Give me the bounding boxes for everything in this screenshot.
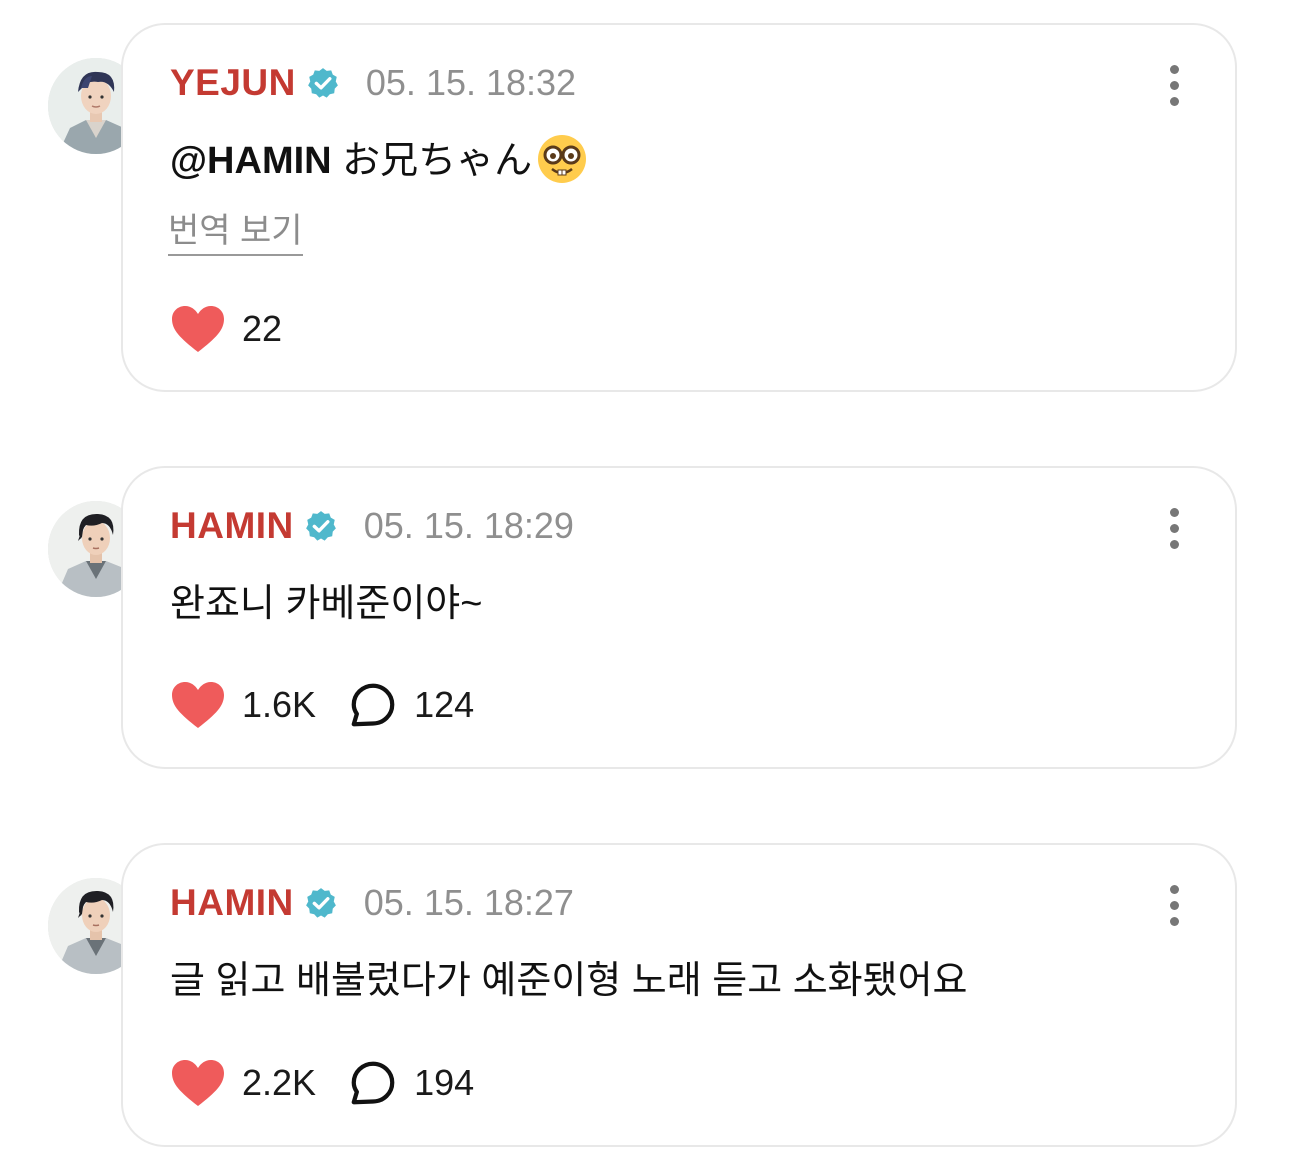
post-actions: 22	[170, 304, 282, 354]
post-card: HAMIN 05. 15. 18:29 완죠니 카베준이야~ 1.6K 124	[121, 466, 1237, 769]
heart-icon[interactable]	[170, 304, 226, 354]
verified-badge-icon	[308, 68, 338, 98]
heart-icon[interactable]	[170, 1058, 226, 1108]
timestamp: 05. 15. 18:32	[365, 62, 577, 103]
verified-badge-icon	[305, 511, 336, 541]
like-count: 2.2K	[242, 1062, 317, 1103]
comment-bubble-icon[interactable]	[348, 1058, 398, 1108]
timestamp: 05. 15. 18:27	[363, 882, 574, 923]
post-card: HAMIN 05. 15. 18:27 글 읽고 배불렀다가 예준이형 노래 듣…	[121, 843, 1237, 1147]
nerd-face-emoji	[538, 134, 587, 183]
like-count: 22	[242, 308, 283, 349]
post-text: @HAMIN お兄ちゃん	[170, 129, 588, 185]
post-actions: 2.2K 194	[170, 1058, 474, 1108]
post-text: 글 읽고 배불렀다가 예준이형 노래 듣고 소화됐어요	[170, 960, 968, 1002]
post-header: YEJUN 05. 15. 18:32	[170, 61, 576, 105]
post-header: HAMIN 05. 15. 18:27	[170, 881, 574, 925]
post-text: 완죠니 카베준이야~	[170, 583, 483, 625]
like-count: 1.6K	[242, 684, 317, 725]
username[interactable]: HAMIN	[170, 882, 294, 924]
post-header: HAMIN 05. 15. 18:29	[170, 504, 574, 548]
post-actions: 1.6K 124	[170, 680, 474, 730]
post-card: YEJUN 05. 15. 18:32 @HAMIN お兄ちゃん 번역 보기 2…	[121, 23, 1237, 392]
more-vertical-icon[interactable]	[1167, 508, 1181, 550]
heart-icon[interactable]	[170, 680, 226, 730]
more-vertical-icon[interactable]	[1167, 65, 1181, 107]
more-vertical-icon[interactable]	[1167, 885, 1181, 927]
username[interactable]: HAMIN	[170, 505, 294, 547]
comment-count: 194	[414, 1062, 475, 1103]
comment-count: 124	[414, 684, 475, 725]
post-text-content: お兄ちゃん	[331, 140, 533, 182]
timestamp: 05. 15. 18:29	[363, 505, 574, 546]
mention-link[interactable]: @HAMIN	[170, 140, 332, 182]
username[interactable]: YEJUN	[170, 62, 296, 104]
translate-link[interactable]: 번역 보기	[168, 203, 303, 256]
comment-bubble-icon[interactable]	[348, 680, 398, 730]
verified-badge-icon	[305, 888, 336, 918]
